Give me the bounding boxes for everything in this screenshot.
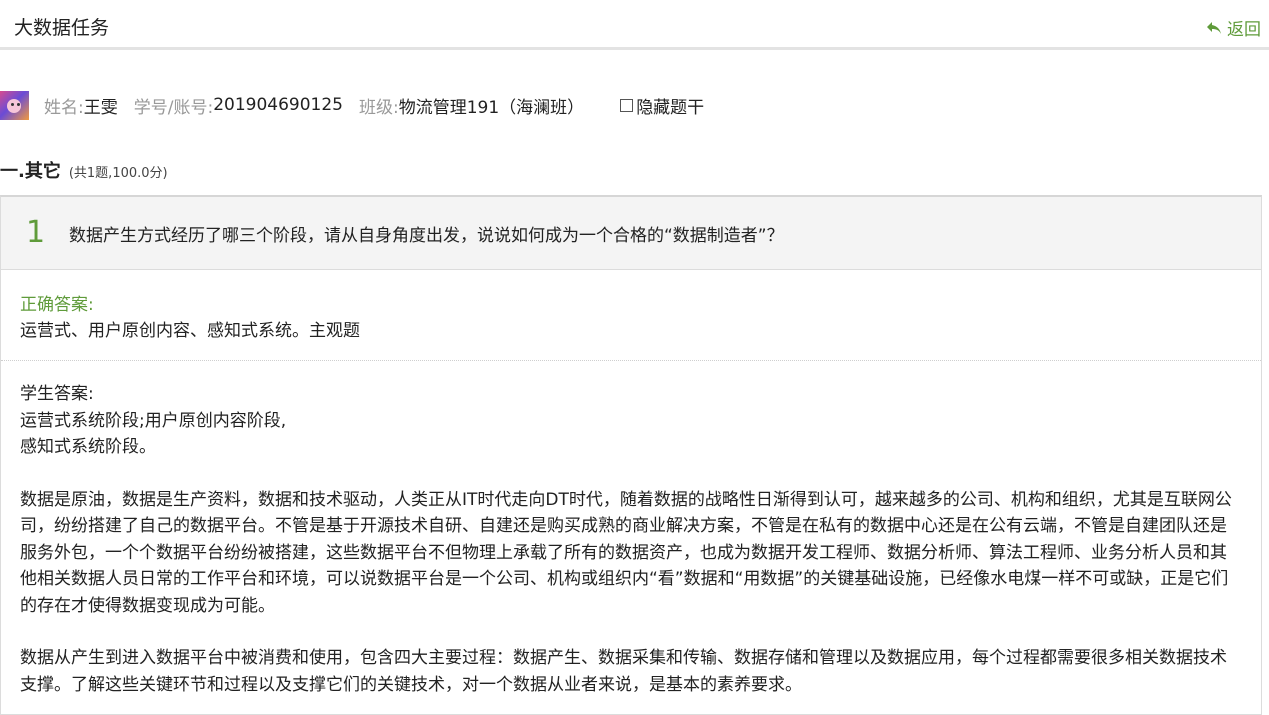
section-heading: 一.其它 (共1题,100.0分): [0, 157, 168, 183]
student-answer-paragraph: 数据是原油，数据是生产资料，数据和技术驱动，人类正从IT时代走向DT时代，随着数…: [20, 489, 1232, 616]
back-button[interactable]: 返回: [1206, 15, 1261, 40]
correct-answer-label: 正确答案:: [20, 295, 94, 315]
back-arrow-icon: [1207, 21, 1221, 34]
correct-answer-block: 正确答案: 运营式、用户原创内容、感知式系统。主观题: [1, 270, 1261, 361]
student-answer-paragraph: 数据从产生到进入数据平台中被消费和使用，包含四大主要过程：数据产生、数据采集和传…: [20, 648, 1227, 695]
question-number: 1: [26, 215, 46, 250]
student-answer-block: 学生答案: 运营式系统阶段;用户原创内容阶段, 感知式系统阶段。 数据是原油，数…: [1, 361, 1261, 698]
avatar: [0, 90, 29, 120]
student-info: 姓名: 王雯 学号/账号: 201904690125 班级: 物流管理191（海…: [0, 90, 704, 120]
student-answer-label: 学生答案:: [20, 384, 94, 404]
section-title: 一.其它: [0, 161, 61, 182]
section-meta: (共1题,100.0分): [68, 166, 168, 181]
question-text: 数据产生方式经历了哪三个阶段，请从自身角度出发，说说如何成为一个合格的“数据制造…: [69, 226, 784, 246]
question-header: 1 数据产生方式经历了哪三个阶段，请从自身角度出发，说说如何成为一个合格的“数据…: [1, 197, 1261, 270]
top-bar: 大数据任务 返回: [0, 0, 1269, 50]
student-answer-line: 感知式系统阶段。: [20, 437, 156, 457]
student-answer-line: 运营式系统阶段;用户原创内容阶段,: [20, 410, 287, 431]
hide-stem-toggle[interactable]: 隐藏题干: [620, 93, 704, 118]
question-card: 1 数据产生方式经历了哪三个阶段，请从自身角度出发，说说如何成为一个合格的“数据…: [0, 195, 1262, 715]
correct-answer-text: 运营式、用户原创内容、感知式系统。主观题: [20, 321, 360, 341]
class-label: 班级:: [359, 97, 399, 118]
student-id: 201904690125: [213, 95, 343, 115]
student-class: 物流管理191（海澜班）: [398, 97, 585, 118]
hide-stem-label: 隐藏题干: [636, 97, 705, 118]
student-name: 王雯: [83, 97, 118, 118]
id-label: 学号/账号:: [133, 97, 214, 118]
page-title: 大数据任务: [14, 17, 110, 39]
hide-stem-checkbox[interactable]: [620, 98, 634, 112]
back-label: 返回: [1227, 20, 1261, 40]
name-label: 姓名:: [44, 97, 84, 118]
